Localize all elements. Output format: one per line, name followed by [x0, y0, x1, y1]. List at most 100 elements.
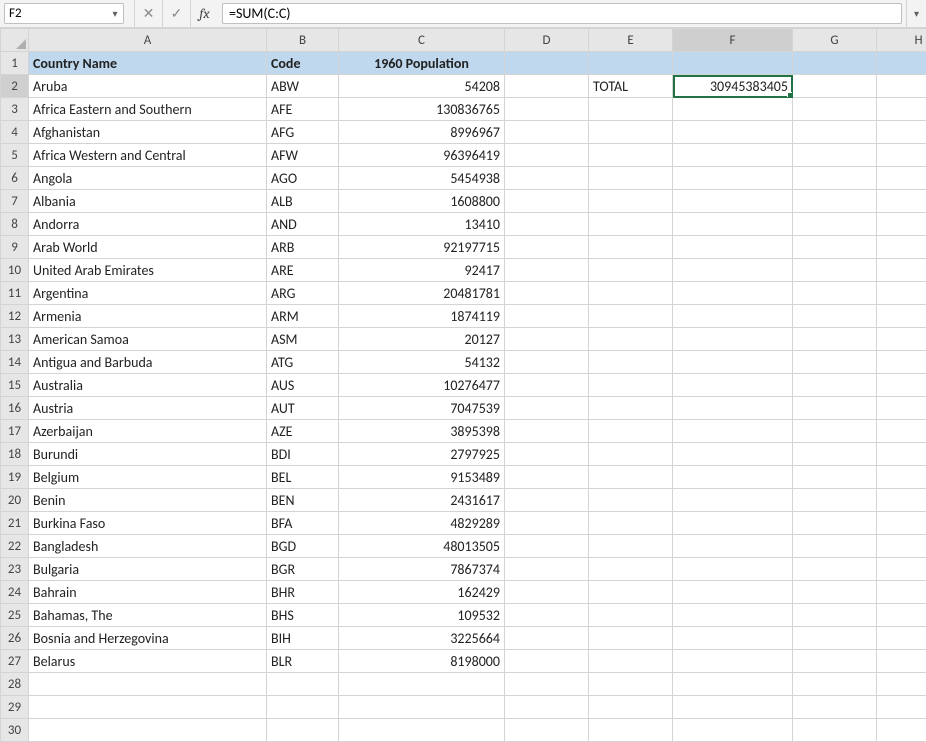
cell-C8[interactable]: 13410 — [339, 213, 505, 236]
name-box-dropdown-icon[interactable]: ▾ — [107, 7, 123, 20]
cell-H13[interactable] — [877, 328, 926, 351]
cell-G4[interactable] — [793, 121, 877, 144]
row-header[interactable]: 23 — [1, 558, 29, 581]
cell-C20[interactable]: 2431617 — [339, 489, 505, 512]
cell-H29[interactable] — [877, 696, 926, 719]
cell-E30[interactable] — [589, 719, 673, 742]
cell-F10[interactable] — [673, 259, 793, 282]
cell-B24[interactable]: BHR — [267, 581, 339, 604]
cell-E8[interactable] — [589, 213, 673, 236]
cell-F17[interactable] — [673, 420, 793, 443]
cell-H6[interactable] — [877, 167, 926, 190]
col-header-C[interactable]: C — [339, 29, 505, 52]
col-header-A[interactable]: A — [29, 29, 267, 52]
cell-C22[interactable]: 48013505 — [339, 535, 505, 558]
cell-E7[interactable] — [589, 190, 673, 213]
cell-F26[interactable] — [673, 627, 793, 650]
cell-H16[interactable] — [877, 397, 926, 420]
cell-C17[interactable]: 3895398 — [339, 420, 505, 443]
cell-H22[interactable] — [877, 535, 926, 558]
cell-D4[interactable] — [505, 121, 589, 144]
cell-B10[interactable]: ARE — [267, 259, 339, 282]
cell-G18[interactable] — [793, 443, 877, 466]
cell-B26[interactable]: BIH — [267, 627, 339, 650]
cell-F7[interactable] — [673, 190, 793, 213]
cell-A21[interactable]: Burkina Faso — [29, 512, 267, 535]
fx-icon[interactable]: fx — [190, 0, 218, 27]
row-header[interactable]: 4 — [1, 121, 29, 144]
row-header[interactable]: 27 — [1, 650, 29, 673]
cell-G13[interactable] — [793, 328, 877, 351]
cell-E6[interactable] — [589, 167, 673, 190]
cell-D30[interactable] — [505, 719, 589, 742]
cell-B20[interactable]: BEN — [267, 489, 339, 512]
cell-C4[interactable]: 8996967 — [339, 121, 505, 144]
cell-C12[interactable]: 1874119 — [339, 305, 505, 328]
cell-B1[interactable]: Code — [267, 52, 339, 75]
cell-H14[interactable] — [877, 351, 926, 374]
cell-B25[interactable]: BHS — [267, 604, 339, 627]
cell-B15[interactable]: AUS — [267, 374, 339, 397]
cell-F12[interactable] — [673, 305, 793, 328]
row-header[interactable]: 12 — [1, 305, 29, 328]
cell-C15[interactable]: 10276477 — [339, 374, 505, 397]
cell-F19[interactable] — [673, 466, 793, 489]
cell-D13[interactable] — [505, 328, 589, 351]
cell-F11[interactable] — [673, 282, 793, 305]
row-header[interactable]: 19 — [1, 466, 29, 489]
cell-E20[interactable] — [589, 489, 673, 512]
cell-B29[interactable] — [267, 696, 339, 719]
row-header[interactable]: 10 — [1, 259, 29, 282]
cell-H11[interactable] — [877, 282, 926, 305]
cell-F6[interactable] — [673, 167, 793, 190]
cell-D8[interactable] — [505, 213, 589, 236]
cell-D29[interactable] — [505, 696, 589, 719]
col-header-E[interactable]: E — [589, 29, 673, 52]
cell-A18[interactable]: Burundi — [29, 443, 267, 466]
cell-E19[interactable] — [589, 466, 673, 489]
row-header[interactable]: 1 — [1, 52, 29, 75]
cell-E26[interactable] — [589, 627, 673, 650]
cell-F22[interactable] — [673, 535, 793, 558]
cell-B12[interactable]: ARM — [267, 305, 339, 328]
cell-A9[interactable]: Arab World — [29, 236, 267, 259]
cell-G21[interactable] — [793, 512, 877, 535]
cell-D9[interactable] — [505, 236, 589, 259]
cell-F4[interactable] — [673, 121, 793, 144]
cell-C14[interactable]: 54132 — [339, 351, 505, 374]
cell-A22[interactable]: Bangladesh — [29, 535, 267, 558]
col-header-B[interactable]: B — [267, 29, 339, 52]
cell-E9[interactable] — [589, 236, 673, 259]
formula-input[interactable] — [222, 3, 902, 24]
cell-D2[interactable] — [505, 75, 589, 98]
cell-A14[interactable]: Antigua and Barbuda — [29, 351, 267, 374]
cell-F14[interactable] — [673, 351, 793, 374]
cell-H4[interactable] — [877, 121, 926, 144]
cell-H12[interactable] — [877, 305, 926, 328]
cell-B8[interactable]: AND — [267, 213, 339, 236]
cell-G24[interactable] — [793, 581, 877, 604]
cell-D26[interactable] — [505, 627, 589, 650]
cell-C29[interactable] — [339, 696, 505, 719]
cell-A1[interactable]: Country Name — [29, 52, 267, 75]
cell-A24[interactable]: Bahrain — [29, 581, 267, 604]
row-header[interactable]: 14 — [1, 351, 29, 374]
cell-G17[interactable] — [793, 420, 877, 443]
cell-C19[interactable]: 9153489 — [339, 466, 505, 489]
cell-B11[interactable]: ARG — [267, 282, 339, 305]
cell-E27[interactable] — [589, 650, 673, 673]
cell-D22[interactable] — [505, 535, 589, 558]
cell-A4[interactable]: Afghanistan — [29, 121, 267, 144]
name-box-input[interactable] — [5, 5, 85, 22]
cell-F3[interactable] — [673, 98, 793, 121]
row-header[interactable]: 22 — [1, 535, 29, 558]
col-header-D[interactable]: D — [505, 29, 589, 52]
cell-F15[interactable] — [673, 374, 793, 397]
cell-E15[interactable] — [589, 374, 673, 397]
cell-D14[interactable] — [505, 351, 589, 374]
cell-G14[interactable] — [793, 351, 877, 374]
cell-F1[interactable] — [673, 52, 793, 75]
cell-F8[interactable] — [673, 213, 793, 236]
cell-H9[interactable] — [877, 236, 926, 259]
cell-A3[interactable]: Africa Eastern and Southern — [29, 98, 267, 121]
